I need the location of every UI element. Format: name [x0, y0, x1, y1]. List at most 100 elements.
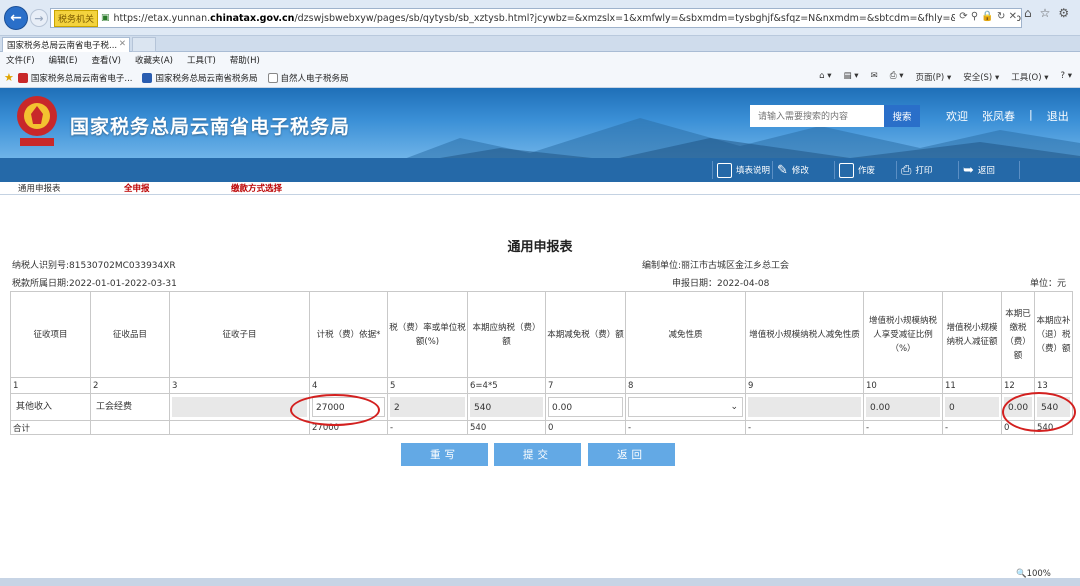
new-tab-button[interactable] — [132, 37, 156, 52]
divider: | — [1029, 108, 1033, 121]
col-number: 12 — [1001, 377, 1035, 394]
col-header: 减免性质 — [625, 291, 746, 378]
arrow-left-icon: ← — [10, 10, 22, 26]
col-number: 11 — [942, 377, 1002, 394]
menu-view[interactable]: 查看(V) — [92, 54, 121, 66]
tax-rate-field: 2 — [390, 397, 465, 417]
form-title: 通用申报表 — [507, 240, 573, 255]
col-header: 计税（费）依据* — [309, 291, 388, 378]
tools-menu[interactable]: 工具(O) ▾ — [1011, 71, 1048, 83]
favorite-link-3[interactable]: 自然人电子税务局 — [267, 72, 349, 84]
col-header: 本期应纳税（费）额 — [467, 291, 546, 378]
total-row: 合计 27000 - 540 0 - - - - 0 540 — [10, 420, 1073, 435]
back-button[interactable]: ← — [4, 6, 28, 30]
user-name[interactable]: 张凤春 — [982, 108, 1015, 124]
small-scale-reduction-amount: 0 — [945, 397, 999, 417]
col-header: 增值税小规模纳税人减免性质 — [745, 291, 864, 378]
favorite-link-1[interactable]: 国家税务总局云南省电子... — [17, 72, 132, 84]
logout-link[interactable]: 退出 — [1047, 108, 1069, 124]
submit-button[interactable]: 提交 — [494, 443, 581, 466]
step-general-form[interactable]: 通用申报表 — [18, 182, 61, 194]
feeds-icon[interactable]: ▤ ▾ — [844, 71, 859, 83]
browser-tab[interactable]: 国家税务总局云南省电子税... ✕ — [2, 37, 130, 52]
home-icon[interactable]: ⌂ — [1024, 6, 1040, 20]
shield-icon: ▣ — [101, 13, 110, 23]
user-area: 欢迎 张凤春 | 退出 — [946, 108, 1069, 124]
small-scale-reduction-nature — [748, 397, 861, 417]
refresh-icon[interactable]: ⟳ — [959, 11, 967, 22]
column-number-row: 1 2 3 4 5 6=4*5 7 8 9 10 11 12 13 — [10, 377, 1073, 394]
close-icon[interactable]: ✕ — [1009, 11, 1017, 22]
tax-reduction-input[interactable]: 0.00 — [548, 397, 623, 417]
col-header: 本期应补（退）税（费）额 — [1034, 291, 1073, 378]
url-actions[interactable]: ⟳ ⚲ 🔒 ↻ ✕ — [955, 11, 1017, 22]
tax-payable-field: 540 — [470, 397, 543, 417]
step-full-declare[interactable]: 全申报 — [124, 182, 150, 194]
void-button[interactable]: 作废 — [834, 161, 896, 179]
total-cell: - — [942, 420, 1002, 435]
col-number: 7 — [545, 377, 626, 394]
currency-unit: 单位：元 — [1030, 279, 1067, 289]
total-cell: - — [625, 420, 746, 435]
menu-bar: 文件(F) 编辑(E) 查看(V) 收藏夹(A) 工具(T) 帮助(H) — [0, 52, 1080, 68]
page-menu[interactable]: 页面(P) ▾ — [915, 71, 951, 83]
menu-tools[interactable]: 工具(T) — [187, 54, 216, 66]
print-button[interactable]: ⎙ 打印 — [896, 161, 958, 179]
col-header: 征收子目 — [169, 291, 310, 378]
home-toolbar-icon[interactable]: ⌂ ▾ — [819, 71, 831, 83]
command-bar: ⌂ ▾ ▤ ▾ ✉ ⎙ ▾ 页面(P) ▾ 安全(S) ▾ 工具(O) ▾ ? … — [819, 71, 1072, 83]
lock-icon: 🔒 — [981, 11, 994, 22]
tab-title: 国家税务总局云南省电子税... — [7, 41, 118, 51]
taxpayer-id: 纳税人识别号:81530702MC033934XR — [12, 261, 176, 271]
print-icon[interactable]: ⎙ ▾ — [890, 71, 904, 83]
total-cell — [169, 420, 310, 435]
url-field[interactable]: 税务机关 ▣ https://etax.yunnan.chinatax.gov.… — [50, 8, 1022, 28]
step-nav: 通用申报表 全申报 缴款方式选择 — [0, 182, 1080, 195]
menu-favorites[interactable]: 收藏夹(A) — [135, 54, 173, 66]
col-header: 征收项目 — [10, 291, 91, 378]
menu-help[interactable]: 帮助(H) — [230, 54, 260, 66]
window-icons[interactable]: ⌂☆⚙ — [1024, 6, 1077, 20]
search-input[interactable] — [750, 105, 884, 127]
tab-bar: 国家税务总局云南省电子税... ✕ — [0, 36, 1080, 52]
chevron-down-icon: ⌄ — [730, 402, 738, 412]
star-icon[interactable]: ☆ — [1040, 6, 1059, 20]
col-header: 本期已缴税（费）额 — [1001, 291, 1035, 378]
reduction-nature-select[interactable]: ⌄ — [628, 397, 743, 417]
site-badge: 税务机关 — [54, 9, 99, 27]
col-number: 3 — [169, 377, 310, 394]
back-page-button[interactable]: 返回 — [588, 443, 675, 466]
col-header: 征收品目 — [90, 291, 170, 378]
reload-icon[interactable]: ↻ — [997, 11, 1005, 22]
header-row: 征收项目 征收品目 征收子目 计税（费）依据* 税（费）率或单位税额(%) 本期… — [10, 291, 1073, 378]
step-payment-method[interactable]: 缴款方式选择 — [231, 182, 282, 194]
favorite-link-2[interactable]: 国家税务总局云南省税务局 — [142, 72, 258, 84]
small-scale-reduction-ratio: 0.00 — [866, 397, 940, 417]
collection-category: 工会经费 — [96, 402, 133, 412]
forward-button[interactable]: → — [30, 9, 48, 27]
total-label: 合计 — [10, 420, 91, 435]
edit-button[interactable]: ✎ 修改 — [772, 161, 834, 179]
declaration-table: 征收项目 征收品目 征收子目 计税（费）依据* 税（费）率或单位税额(%) 本期… — [10, 291, 1073, 435]
total-cell: - — [387, 420, 468, 435]
welcome-text: 欢迎 — [946, 110, 968, 123]
return-button[interactable]: ➥ 返回 — [958, 161, 1020, 179]
menu-edit[interactable]: 编辑(E) — [49, 54, 78, 66]
search-button[interactable]: 搜索 — [884, 105, 920, 127]
menu-file[interactable]: 文件(F) — [6, 54, 35, 66]
tax-emblem-logo — [17, 96, 57, 146]
reset-button[interactable]: 重写 — [401, 443, 488, 466]
safety-menu[interactable]: 安全(S) ▾ — [963, 71, 999, 83]
col-number: 5 — [387, 377, 468, 394]
total-reduction: 0 — [545, 420, 626, 435]
mail-icon[interactable]: ✉ — [871, 71, 878, 83]
instructions-button[interactable]: 填表说明 — [712, 161, 772, 179]
action-toolbar: 填表说明 ✎ 修改 作废 ⎙ 打印 ➥ 返回 — [0, 158, 1080, 182]
annotation-circle — [290, 394, 380, 426]
favorites-star-icon[interactable]: ★ — [4, 71, 14, 84]
tab-close-icon[interactable]: ✕ — [119, 39, 126, 49]
help-icon[interactable]: ? ▾ — [1061, 71, 1072, 83]
gear-icon[interactable]: ⚙ — [1058, 6, 1077, 20]
search-icon[interactable]: ⚲ — [971, 11, 978, 22]
document-icon — [717, 162, 732, 178]
